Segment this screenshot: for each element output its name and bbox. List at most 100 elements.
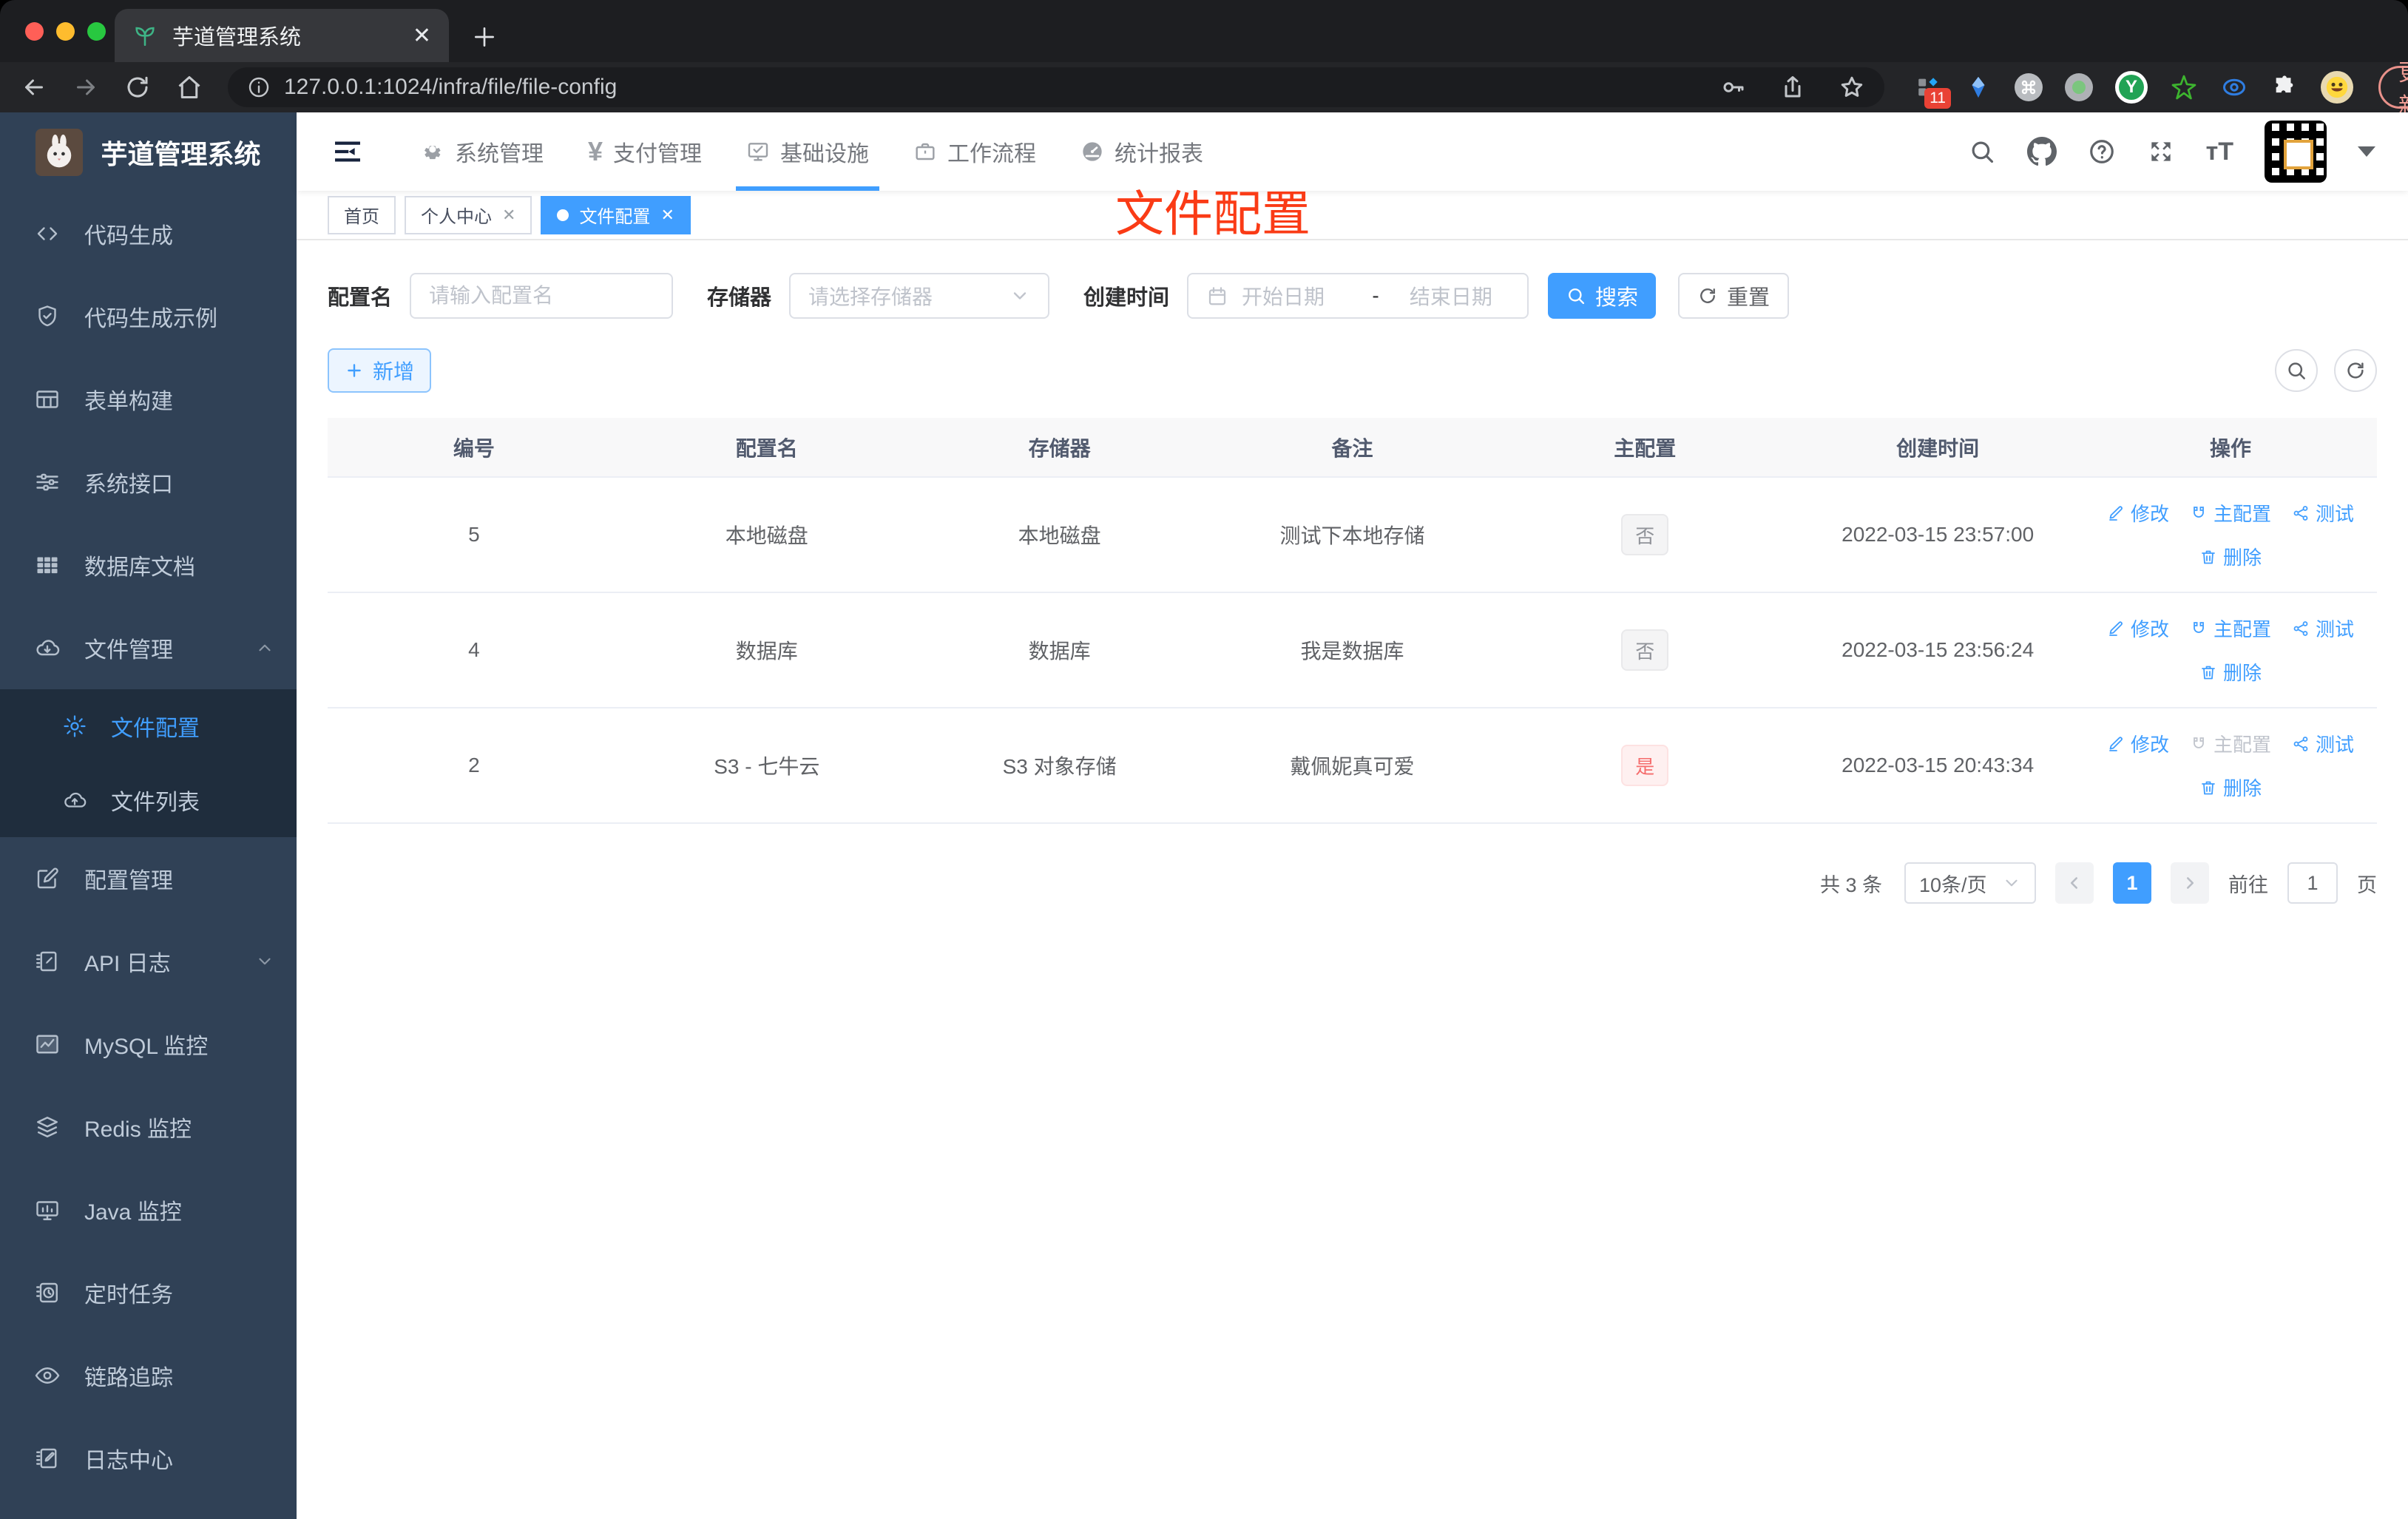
next-page-button[interactable] [2171,862,2209,904]
top-menu-system[interactable]: 系统管理 [410,112,554,191]
extension-puzzle-icon[interactable] [2270,73,2299,101]
share-test-icon [2293,620,2308,636]
sidebar-item-db-doc[interactable]: 数据库文档 [0,524,297,606]
sidebar-item-file-management[interactable]: 文件管理 [0,606,297,689]
extension-y-icon[interactable]: Y [2115,71,2148,104]
infra-monitor-icon [746,140,770,163]
table-refresh-button[interactable] [2334,349,2377,392]
table-search-toggle-button[interactable] [2275,349,2318,392]
extension-grid-icon[interactable]: 11 [1914,73,1951,109]
test-link[interactable]: 测试 [2292,615,2354,642]
sidebar-item-redis-monitor[interactable]: Redis 监控 [0,1086,297,1168]
form-icon [34,386,61,413]
sidebar-item-config-management[interactable]: 配置管理 [0,837,297,920]
top-menu-payment[interactable]: ¥ 支付管理 [578,112,712,191]
close-window-button[interactable] [25,22,44,41]
add-button[interactable]: 新增 [328,348,431,393]
gauge-icon [1080,140,1104,163]
avatar-dropdown-icon[interactable] [2358,146,2375,157]
test-link[interactable]: 测试 [2292,730,2354,757]
edit-link[interactable]: 修改 [2107,730,2169,757]
tag-home[interactable]: 首页 [328,195,396,234]
top-menu-reports[interactable]: 统计报表 [1070,112,1214,191]
close-icon[interactable]: ✕ [502,206,515,225]
sidebar-item-form-builder[interactable]: 表单构建 [0,358,297,441]
home-icon[interactable] [176,74,203,101]
master-config-link[interactable]: 主配置 [2190,499,2271,527]
sidebar-collapse-icon[interactable] [332,136,363,167]
tag-profile[interactable]: 个人中心 ✕ [405,195,532,234]
edit-link[interactable]: 修改 [2107,499,2169,527]
config-name-input[interactable] [429,284,655,308]
tab-close-icon[interactable]: ✕ [413,23,431,49]
user-avatar-qr[interactable] [2265,121,2327,183]
share-icon[interactable] [1779,74,1806,101]
extension-command-icon[interactable] [2015,73,2043,101]
sidebar-item-file-list[interactable]: 文件列表 [0,763,297,837]
sidebar-item-scheduled-tasks[interactable]: 定时任务 [0,1251,297,1334]
browser-update-button[interactable]: 更新 [2378,60,2408,119]
edit-square-icon [34,865,61,892]
close-icon[interactable]: ✕ [660,206,674,225]
back-icon[interactable] [21,74,47,101]
password-key-icon[interactable] [1720,74,1747,101]
top-menu-infrastructure[interactable]: 基础设施 [736,112,880,191]
reload-icon[interactable] [124,74,151,101]
date-range-picker[interactable]: 开始日期 - 结束日期 [1187,273,1529,319]
sidebar-item-log-center[interactable]: 日志中心 [0,1417,297,1500]
table-toolbar: 新增 [328,348,2377,393]
extension-gray-dot-icon[interactable] [2065,73,2093,101]
reset-button[interactable]: 重置 [1678,273,1790,319]
col-remark: 备注 [1205,418,1499,478]
goto-page-input[interactable] [2287,862,2338,904]
toolbar-right [2275,349,2377,392]
sidebar-item-code-generation[interactable]: 代码生成 [0,192,297,275]
fullscreen-icon[interactable] [2147,138,2175,166]
sidebar-item-api-log[interactable]: API 日志 [0,920,297,1003]
browser-tab[interactable]: 芋道管理系统 ✕ [115,9,449,62]
bookmark-star-icon[interactable] [1839,74,1865,101]
page-size-select[interactable]: 10条/页 [1904,862,2036,904]
sidebar-item-file-config[interactable]: 文件配置 [0,689,297,763]
address-input[interactable]: 127.0.0.1:1024/infra/file/file-config [228,67,1884,107]
extension-eye-icon[interactable] [2220,73,2248,101]
config-name-field[interactable] [410,273,674,319]
delete-link[interactable]: 删除 [2199,658,2262,686]
delete-link[interactable]: 删除 [2199,543,2262,570]
site-info-icon[interactable] [247,75,271,99]
sidebar-item-code-example[interactable]: 代码生成示例 [0,275,297,358]
share-test-icon [2293,505,2308,521]
sidebar-item-system-api[interactable]: 系统接口 [0,441,297,524]
extension-emoji-icon[interactable] [2321,71,2353,104]
help-icon[interactable] [2088,138,2116,166]
master-tag: 否 [1621,514,1669,555]
code-icon [34,220,61,247]
extension-star-icon[interactable] [2170,73,2198,101]
sidebar-item-mysql-monitor[interactable]: MySQL 监控 [0,1003,297,1086]
github-icon[interactable] [2026,137,2057,166]
forward-icon[interactable] [72,74,99,101]
search-icon[interactable] [1968,138,1996,166]
current-page[interactable]: 1 [2113,862,2151,904]
config-name-label: 配置名 [328,286,393,310]
sidebar-item-java-monitor[interactable]: Java 监控 [0,1168,297,1251]
minimize-window-button[interactable] [56,22,75,41]
yen-icon: ¥ [588,136,603,166]
extension-kite-icon[interactable] [1964,73,1992,101]
sidebar-item-tracing[interactable]: 链路追踪 [0,1334,297,1417]
master-config-link[interactable]: 主配置 [2190,615,2271,642]
prev-page-button[interactable] [2055,862,2094,904]
search-button[interactable]: 搜索 [1548,273,1657,319]
storage-select[interactable]: 请选择存储器 [789,273,1050,319]
font-size-icon[interactable]: ᴛT [2206,138,2233,166]
top-menu-workflow[interactable]: 工作流程 [903,112,1046,191]
gear-icon [421,140,444,163]
edit-link[interactable]: 修改 [2107,615,2169,642]
log-center-icon [34,1445,61,1472]
tag-file-config[interactable]: 文件配置 ✕ [541,195,691,234]
delete-link[interactable]: 删除 [2199,774,2262,801]
app-logo[interactable]: 芋道管理系统 [0,112,297,192]
test-link[interactable]: 测试 [2292,499,2354,527]
new-tab-button[interactable] [470,22,499,52]
zoom-window-button[interactable] [87,22,106,41]
